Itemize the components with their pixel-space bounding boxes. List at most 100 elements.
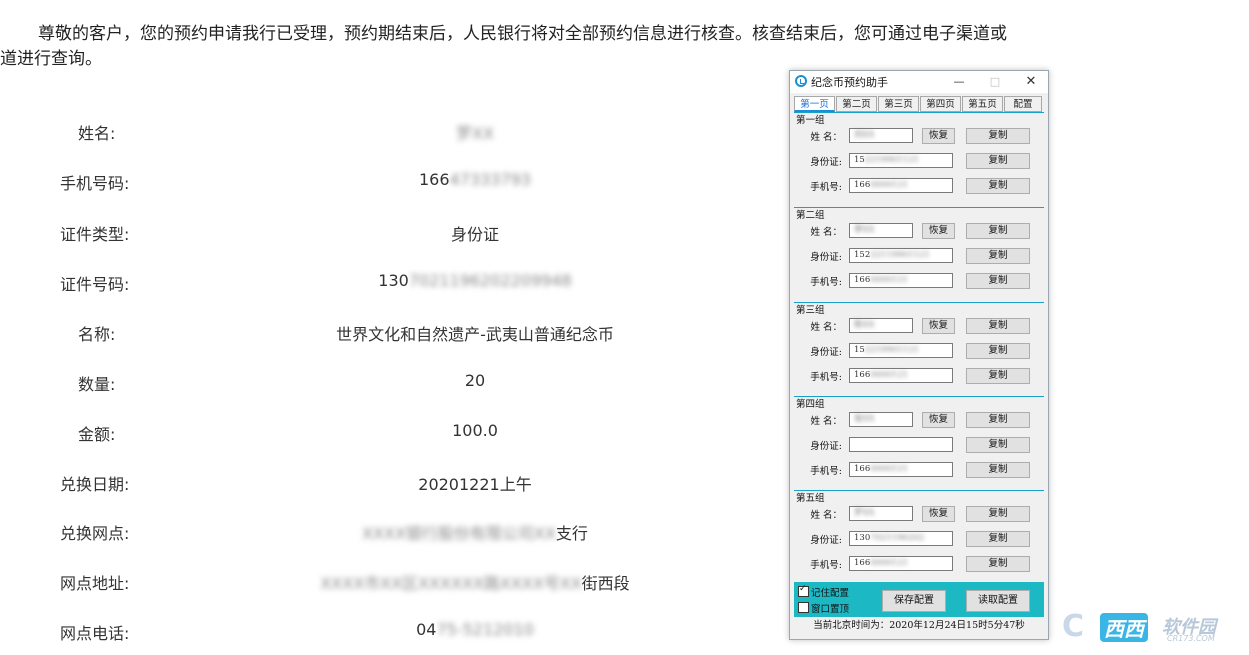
info-value: 1307021196202209948: [270, 271, 680, 290]
maximize-button[interactable]: □: [984, 73, 1006, 91]
group-title: 第一组: [796, 115, 825, 126]
minimize-button[interactable]: —: [948, 73, 970, 91]
name-input-redacted: 罗XX: [854, 508, 875, 518]
name-input[interactable]: 陈XX: [849, 318, 913, 333]
title-bar[interactable]: 纪念币预约助手 — □ ✕: [790, 71, 1048, 93]
copy-name-button[interactable]: 复制: [966, 223, 1030, 239]
id-card-label: 身份证:: [810, 252, 842, 263]
id-card-input-value: 152: [854, 250, 871, 260]
restore-button[interactable]: 恢复: [922, 128, 955, 144]
phone-input[interactable]: 1660000121: [849, 556, 953, 571]
phone-input-value: 166: [854, 275, 871, 285]
info-value-text: 身份证: [450, 225, 499, 244]
group-divider: [794, 302, 1044, 303]
info-label: 证件类型:: [60, 225, 130, 244]
info-value: XXXX市XX区XXXXXX路XXXX号XX街西段: [270, 570, 680, 594]
id-card-label: 身份证:: [810, 347, 842, 358]
tab-6[interactable]: 配置: [1004, 96, 1042, 112]
info-value-redacted: XXXX市XX区XXXXXX路XXXX号XX: [320, 574, 582, 593]
name-input-redacted: 陈XX: [854, 320, 875, 330]
info-row: 兑换日期: 20201221上午: [0, 471, 780, 501]
tab-5[interactable]: 第五页: [962, 96, 1003, 112]
phone-input[interactable]: 1660000121: [849, 273, 953, 288]
copy-id-card-button[interactable]: 复制: [966, 248, 1030, 264]
name-input[interactable]: 李XX: [849, 223, 913, 238]
tab-2[interactable]: 第二页: [836, 96, 877, 112]
phone-input-value: 166: [854, 370, 871, 380]
name-input[interactable]: 罗XX: [849, 506, 913, 521]
phone-input[interactable]: 1660000121: [849, 462, 953, 477]
checkbox-checked-icon: [798, 584, 809, 597]
group-2: 第二组姓 名： 李XX 恢复 复制 身份证: 15222119901121 复制 手机号: 16…: [794, 207, 1044, 302]
window-topmost-checkbox[interactable]: 窗口置顶: [798, 601, 849, 615]
phone-input-value: 166: [854, 558, 871, 568]
phone-label: 手机号:: [810, 466, 842, 477]
info-value-text: 世界文化和自然遗产-武夷山普通纪念币: [336, 325, 614, 344]
info-label: 手机号码:: [60, 174, 130, 193]
info-label: 证件号码:: [60, 275, 130, 294]
name-input[interactable]: 张XX: [849, 412, 913, 427]
copy-name-button[interactable]: 复制: [966, 128, 1030, 144]
tab-3[interactable]: 第三页: [878, 96, 919, 112]
window-title: 纪念币预约助手: [811, 76, 888, 89]
info-label: 兑换网点:: [60, 524, 130, 543]
phone-input[interactable]: 1660000121: [849, 178, 953, 193]
copy-id-card-button[interactable]: 复制: [966, 531, 1030, 547]
info-label: 兑换日期:: [60, 475, 130, 494]
phone-input[interactable]: 1660000121: [849, 368, 953, 383]
id-card-input[interactable]: 152219901121: [849, 343, 953, 358]
copy-name-button[interactable]: 复制: [966, 318, 1030, 334]
copy-id-card-button[interactable]: 复制: [966, 153, 1030, 169]
id-card-input[interactable]: 1307021196202: [849, 531, 953, 546]
group-title: 第四组: [796, 399, 825, 410]
restore-button[interactable]: 恢复: [922, 318, 955, 334]
info-row: 证件类型: 身份证: [0, 221, 780, 251]
name-label: 姓 名：: [810, 322, 842, 333]
copy-phone-button[interactable]: 复制: [966, 462, 1030, 478]
info-value-text: 130: [378, 271, 409, 290]
load-config-button[interactable]: 读取配置: [966, 590, 1030, 612]
copy-name-button[interactable]: 复制: [966, 412, 1030, 428]
copy-phone-button[interactable]: 复制: [966, 273, 1030, 289]
copy-name-button[interactable]: 复制: [966, 506, 1030, 522]
name-input-redacted: 张XX: [854, 414, 875, 424]
close-button[interactable]: ✕: [1020, 73, 1042, 91]
info-value-redacted: XXXX银行股份有限公司XX: [362, 524, 556, 543]
id-card-input-value: 15: [854, 345, 865, 355]
notice-text: 尊敬的客户，您的预约申请我行已受理，预约期结束后，人民银行将对全部预约信息进行核…: [0, 22, 1249, 72]
info-value: 16647333793: [270, 170, 680, 189]
phone-input-value: 166: [854, 180, 871, 190]
app-icon: [795, 75, 807, 87]
tab-panel-page-1: 第一组姓 名： 刘XX 恢复 复制 身份证: 152219901121 复制 手机号: 1660…: [794, 112, 1044, 582]
copy-id-card-button[interactable]: 复制: [966, 343, 1030, 359]
save-config-button[interactable]: 保存配置: [882, 590, 946, 612]
group-4: 第四组姓 名： 张XX 恢复 复制 身份证: 复制 手机号: 1660000121 复制: [794, 396, 1044, 491]
id-card-input[interactable]: 15222119901121: [849, 248, 953, 263]
phone-input-redacted: 0000121: [870, 180, 909, 190]
group-title: 第五组: [796, 493, 825, 504]
info-value-suffix: 街西段: [581, 574, 630, 593]
copy-phone-button[interactable]: 复制: [966, 556, 1030, 572]
copy-phone-button[interactable]: 复制: [966, 178, 1030, 194]
watermark-url: CR173.COM: [1167, 634, 1215, 643]
copy-id-card-button[interactable]: 复制: [966, 437, 1030, 453]
group-3: 第三组姓 名： 陈XX 恢复 复制 身份证: 152219901121 复制 手机号: 1660…: [794, 302, 1044, 397]
name-input-redacted: 刘XX: [854, 130, 875, 140]
config-bar: 记住配置 窗口置顶 保存配置 读取配置: [794, 582, 1044, 617]
info-value-redacted: 75-5212010: [436, 620, 534, 639]
checkbox-unchecked-icon: [798, 602, 809, 613]
restore-button[interactable]: 恢复: [922, 412, 955, 428]
remember-config-checkbox[interactable]: 记住配置: [798, 584, 850, 599]
tab-1[interactable]: 第一页: [794, 96, 835, 112]
restore-button[interactable]: 恢复: [922, 223, 955, 239]
restore-button[interactable]: 恢复: [922, 506, 955, 522]
group-5: 第五组姓 名： 罗XX 恢复 复制 身份证: 1307021196202 复制 手机号: 166…: [794, 490, 1044, 585]
watermark-logo: C 西西 软件园 CR173.COM: [1062, 607, 1242, 647]
remember-config-label: 记住配置: [811, 588, 850, 599]
id-card-input[interactable]: [849, 437, 953, 452]
info-row: 网点地址: XXXX市XX区XXXXXX路XXXX号XX街西段: [0, 570, 780, 600]
id-card-input[interactable]: 152219901121: [849, 153, 953, 168]
copy-phone-button[interactable]: 复制: [966, 368, 1030, 384]
tab-4[interactable]: 第四页: [920, 96, 961, 112]
name-input[interactable]: 刘XX: [849, 128, 913, 143]
